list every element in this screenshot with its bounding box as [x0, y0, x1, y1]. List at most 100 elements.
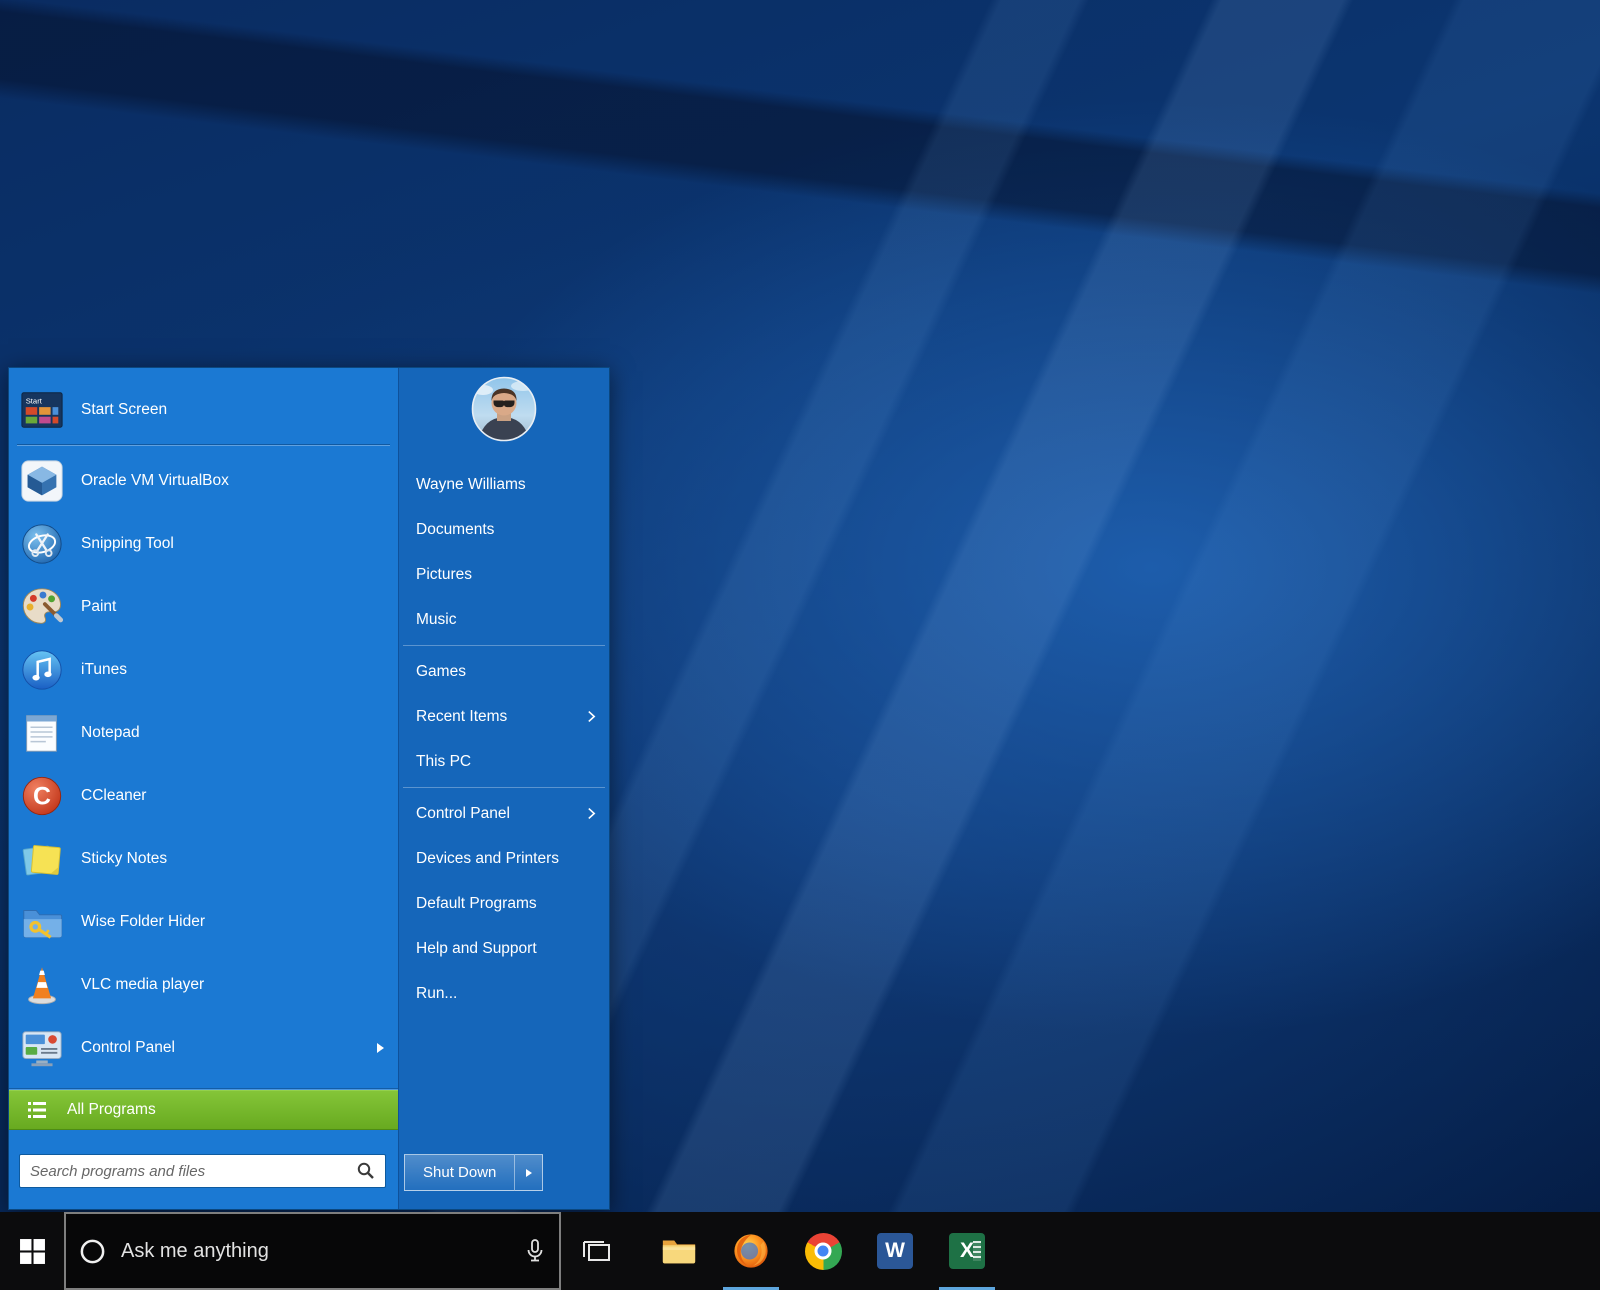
windows-logo-icon	[19, 1238, 46, 1265]
menu-item-label: CCleaner	[81, 787, 146, 805]
start-menu-place-pictures[interactable]: Pictures	[399, 552, 609, 597]
chevron-right-icon	[587, 807, 596, 820]
start-menu-item-notepad[interactable]: Notepad	[9, 701, 398, 764]
start-menu-item-snipping-tool[interactable]: Snipping Tool	[9, 512, 398, 575]
menu-item-label: iTunes	[81, 661, 127, 679]
taskbar-search[interactable]	[64, 1212, 561, 1290]
start-menu-place-control-panel[interactable]: Control Panel	[399, 791, 609, 836]
start-button[interactable]	[0, 1212, 64, 1290]
taskbar-excel-button[interactable]: X	[931, 1212, 1003, 1290]
shutdown-button[interactable]: Shut Down	[404, 1154, 514, 1191]
itunes-icon	[19, 647, 65, 693]
shutdown-options-button[interactable]	[514, 1154, 543, 1191]
task-view-icon	[580, 1238, 612, 1264]
chrome-hub	[815, 1243, 832, 1260]
menu-item-label: Wise Folder Hider	[81, 913, 205, 931]
control-panel-icon	[19, 1025, 65, 1071]
menu-item-label: Documents	[416, 521, 494, 539]
svg-text:C: C	[33, 782, 51, 810]
firefox-icon	[732, 1232, 770, 1270]
user-avatar[interactable]	[471, 376, 537, 442]
taskbar-word-button[interactable]: W	[859, 1212, 931, 1290]
start-menu-place-help-and-support[interactable]: Help and Support	[399, 926, 609, 971]
menu-item-label: This PC	[416, 753, 471, 771]
vlc-icon	[19, 962, 65, 1008]
menu-item-label: Recent Items	[416, 708, 507, 726]
shutdown-control: Shut Down	[404, 1154, 543, 1191]
start-menu-item-itunes[interactable]: iTunes	[9, 638, 398, 701]
sticky-notes-icon	[19, 836, 65, 882]
microphone-icon[interactable]	[523, 1238, 547, 1264]
taskbar-chrome-button[interactable]	[787, 1212, 859, 1290]
notepad-icon	[19, 710, 65, 756]
start-menu-search-box[interactable]	[19, 1154, 386, 1188]
menu-item-label: Run...	[416, 985, 457, 1003]
menu-item-label: VLC media player	[81, 976, 204, 994]
menu-item-label: Help and Support	[416, 940, 537, 958]
taskbar: WX	[0, 1212, 1600, 1290]
start-menu-right-column: Wayne Williams Documents Pictures Music Game…	[398, 368, 609, 1209]
search-icon[interactable]	[356, 1161, 376, 1181]
menu-item-label: Devices and Printers	[416, 850, 559, 868]
menu-item-label: Paint	[81, 598, 116, 616]
cortana-icon	[78, 1237, 107, 1266]
start-menu-search-input[interactable]	[30, 1163, 356, 1180]
submenu-arrow-icon	[377, 1043, 384, 1053]
start-menu-item-paint[interactable]: Paint	[9, 575, 398, 638]
start-menu-place-documents[interactable]: Documents	[399, 507, 609, 552]
start-menu-place-this-pc[interactable]: This PC	[399, 739, 609, 784]
chevron-right-icon	[587, 710, 596, 723]
taskbar-search-input[interactable]	[121, 1240, 523, 1263]
snipping-tool-icon	[19, 521, 65, 567]
start-menu-left-column: Start Start Screen Oracle VM VirtualBox Sni…	[9, 368, 398, 1209]
menu-item-label: Pictures	[416, 566, 472, 584]
menu-item-label: Snipping Tool	[81, 535, 174, 553]
start-menu-item-ccleaner[interactable]: C CCleaner	[9, 764, 398, 827]
svg-text:Start: Start	[26, 396, 43, 405]
word-icon: W	[877, 1233, 913, 1269]
start-menu-place-devices-and-printers[interactable]: Devices and Printers	[399, 836, 609, 881]
start-menu-place-run[interactable]: Run...	[399, 971, 609, 1016]
all-programs-icon	[25, 1098, 49, 1122]
menu-item-label: Notepad	[81, 724, 140, 742]
menu-item-label: Start Screen	[81, 401, 167, 419]
virtualbox-icon	[19, 458, 65, 504]
menu-item-label: Oracle VM VirtualBox	[81, 472, 229, 490]
all-programs-button[interactable]: All Programs	[9, 1090, 398, 1130]
chrome-icon	[805, 1233, 842, 1270]
start-menu-item-sticky-notes[interactable]: Sticky Notes	[9, 827, 398, 890]
menu-item-label: Games	[416, 663, 466, 681]
all-programs-label: All Programs	[67, 1101, 156, 1119]
start-menu-item-vlc-media-player[interactable]: VLC media player	[9, 953, 398, 1016]
start-menu-item-wise-folder-hider[interactable]: Wise Folder Hider	[9, 890, 398, 953]
start-menu-place-wayne-williams[interactable]: Wayne Williams	[399, 462, 609, 507]
shutdown-label: Shut Down	[423, 1164, 496, 1181]
start-menu-search-row	[19, 1154, 386, 1188]
start-menu-item-start-screen[interactable]: Start Start Screen	[9, 378, 398, 441]
shutdown-arrow-icon	[526, 1169, 532, 1177]
taskbar-file-explorer-button[interactable]	[643, 1212, 715, 1290]
start-menu-item-control-panel[interactable]: Control Panel	[9, 1016, 398, 1079]
start-screen-icon: Start	[19, 387, 65, 433]
taskbar-apps: WX	[643, 1212, 1003, 1290]
menu-separator	[403, 787, 605, 788]
excel-icon: X	[949, 1233, 985, 1269]
start-menu-place-music[interactable]: Music	[399, 597, 609, 642]
taskbar-firefox-button[interactable]	[715, 1212, 787, 1290]
start-menu-item-oracle-vm-virtualbox[interactable]: Oracle VM VirtualBox	[9, 449, 398, 512]
paint-icon	[19, 584, 65, 630]
menu-separator	[17, 444, 390, 446]
menu-item-label: Default Programs	[416, 895, 537, 913]
start-menu-place-default-programs[interactable]: Default Programs	[399, 881, 609, 926]
ccleaner-icon: C	[19, 773, 65, 819]
start-menu-place-recent-items[interactable]: Recent Items	[399, 694, 609, 739]
start-menu: Start Start Screen Oracle VM VirtualBox Sni…	[8, 367, 610, 1210]
desktop: Start Start Screen Oracle VM VirtualBox Sni…	[0, 0, 1600, 1290]
menu-item-label: Music	[416, 611, 456, 629]
file-explorer-icon	[660, 1232, 698, 1270]
menu-item-label: Control Panel	[81, 1039, 175, 1057]
start-menu-place-games[interactable]: Games	[399, 649, 609, 694]
menu-item-label: Control Panel	[416, 805, 510, 823]
start-menu-program-list: Start Start Screen Oracle VM VirtualBox Sni…	[9, 378, 398, 1079]
task-view-button[interactable]	[561, 1212, 631, 1290]
